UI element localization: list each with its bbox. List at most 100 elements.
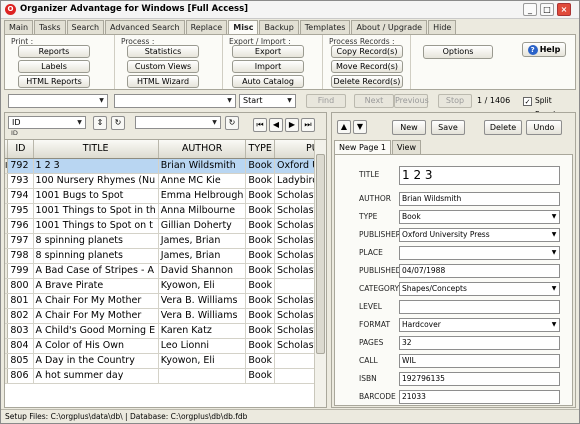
table-row[interactable]: 800 A Brave Pirate Kyowon, Eli Book (5, 278, 326, 294)
cell-author[interactable]: James, Brian (158, 233, 247, 249)
cell-id[interactable]: 796 (7, 218, 34, 234)
cell-type[interactable]: Book (245, 278, 276, 294)
cell-id[interactable]: 801 (7, 293, 34, 309)
tab-hide[interactable]: Hide (428, 20, 457, 34)
cell-author[interactable]: Karen Katz (158, 323, 247, 339)
cell-id[interactable]: 803 (7, 323, 34, 339)
cell-author[interactable]: Gillian Doherty (158, 218, 247, 234)
tab-tasks[interactable]: Tasks (34, 20, 66, 34)
cell-title[interactable]: 1001 Bugs to Spot (33, 188, 159, 204)
export-button[interactable]: Export (232, 45, 304, 58)
tab-misc[interactable]: Misc (228, 20, 259, 34)
tab-search[interactable]: Search (66, 20, 105, 34)
publisher-select[interactable]: Oxford University Press ▼ (399, 228, 560, 242)
cell-title[interactable]: A Chair For My Mother (33, 308, 159, 324)
cell-type[interactable]: Book (245, 203, 276, 219)
cell-id[interactable]: 793 (7, 173, 34, 189)
place-select[interactable]: ▼ (399, 246, 560, 260)
cell-type[interactable]: Book (245, 218, 276, 234)
cell-title[interactable]: A Color of His Own (33, 338, 159, 354)
cell-type[interactable]: Book (245, 293, 276, 309)
cell-id[interactable]: 799 (7, 263, 34, 279)
table-row[interactable]: 801 A Chair For My Mother Vera B. Williams… (5, 293, 326, 309)
column-header-id[interactable]: ID (7, 140, 34, 159)
cell-title[interactable]: A hot summer day (33, 368, 159, 384)
cell-type[interactable]: Book (245, 353, 276, 369)
table-row[interactable]: 799 A Bad Case of Stripes - A David Shanno… (5, 263, 326, 279)
search-text-input[interactable]: ▼ (114, 94, 236, 108)
stop-button[interactable]: Stop (438, 94, 472, 108)
cell-title[interactable]: A Chair For My Mother (33, 293, 159, 309)
tab-replace[interactable]: Replace (185, 20, 228, 34)
level-field[interactable] (399, 300, 560, 314)
tab-view[interactable]: View (392, 140, 421, 154)
previous-button[interactable]: Previous (394, 94, 429, 108)
help-button[interactable]: ? Help (522, 42, 566, 57)
column-header-type[interactable]: TYPE (245, 140, 276, 159)
auto-catalog-button[interactable]: Auto Catalog (232, 75, 304, 88)
first-record-icon[interactable]: ⏮ (253, 118, 267, 132)
tab-new-page-1[interactable]: New Page 1 (334, 140, 391, 154)
cell-title[interactable]: 100 Nursery Rhymes (Nu (33, 173, 159, 189)
author-field[interactable]: Brian Wildsmith (399, 192, 560, 206)
cell-title[interactable]: 1001 Things to Spot in th (33, 203, 159, 219)
grid-scrollbar[interactable] (314, 140, 326, 407)
copy-records-button[interactable]: Copy Record(s) (331, 45, 403, 58)
cell-id[interactable]: 792 (7, 158, 34, 174)
html-reports-button[interactable]: HTML Reports (18, 75, 90, 88)
pages-field[interactable]: 32 (399, 336, 560, 350)
cell-type[interactable]: Book (245, 338, 276, 354)
cell-title[interactable]: 1001 Things to Spot on t (33, 218, 159, 234)
barcode-field[interactable]: 21033 (399, 390, 560, 404)
cell-id[interactable]: 797 (7, 233, 34, 249)
save-record-button[interactable]: Save (431, 120, 465, 135)
cell-title[interactable]: A Child's Good Morning E (33, 323, 159, 339)
refresh-view-icon[interactable]: ↻ (225, 116, 239, 130)
cell-author[interactable]: Vera B. Williams (158, 308, 247, 324)
table-row[interactable]: 803 A Child's Good Morning E Karen Katz Boo… (5, 323, 326, 339)
tab-about-upgrade[interactable]: About / Upgrade (351, 20, 428, 34)
cell-type[interactable]: Book (245, 308, 276, 324)
scrollbar-thumb[interactable] (316, 154, 325, 354)
cell-type[interactable]: Book (245, 188, 276, 204)
close-icon[interactable]: × (557, 3, 571, 16)
labels-button[interactable]: Labels (18, 60, 90, 73)
tab-main[interactable]: Main (4, 20, 34, 34)
sort-field-select[interactable]: ID ▼ (8, 116, 86, 129)
cell-type[interactable]: Book (245, 173, 276, 189)
import-button[interactable]: Import (232, 60, 304, 73)
cell-id[interactable]: 802 (7, 308, 34, 324)
isbn-field[interactable]: 192796135 (399, 372, 560, 386)
cell-title[interactable]: A Day in the Country (33, 353, 159, 369)
custom-views-button[interactable]: Custom Views (127, 60, 199, 73)
sort-order-icon[interactable]: ⇕ (93, 116, 107, 130)
table-row[interactable]: 798 8 spinning planets James, Brian Book Sch… (5, 248, 326, 264)
next-record-icon[interactable]: ▶ (285, 118, 299, 132)
title-field[interactable]: 1 2 3 (399, 166, 560, 185)
html-wizard-button[interactable]: HTML Wizard (127, 75, 199, 88)
cell-type[interactable]: Book (245, 248, 276, 264)
split-panels-checkbox[interactable]: ✓ (523, 97, 532, 106)
cell-title[interactable]: A Brave Pirate (33, 278, 159, 294)
move-up-icon[interactable]: ▲ (337, 120, 351, 134)
tab-backup[interactable]: Backup (259, 20, 299, 34)
maximize-icon[interactable]: □ (540, 3, 554, 16)
new-record-button[interactable]: New (392, 120, 426, 135)
call-field[interactable]: WIL (399, 354, 560, 368)
move-down-icon[interactable]: ▼ (353, 120, 367, 134)
cell-type[interactable]: Book (245, 368, 276, 384)
table-row[interactable]: 793 100 Nursery Rhymes (Nu Anne MC Kie Book… (5, 173, 326, 189)
table-row[interactable]: 796 1001 Things to Spot on t Gillian Doher… (5, 218, 326, 234)
cell-author[interactable]: Brian Wildsmith (158, 158, 247, 174)
undo-button[interactable]: Undo (526, 120, 562, 135)
cell-author[interactable]: Kyowon, Eli (158, 353, 247, 369)
view-filter-select[interactable]: ▼ (135, 116, 221, 129)
type-select[interactable]: Book ▼ (399, 210, 560, 224)
next-button[interactable]: Next (354, 94, 394, 108)
cell-author[interactable] (158, 368, 247, 384)
delete-record-button[interactable]: Delete (484, 120, 522, 135)
column-header-title[interactable]: TITLE (33, 140, 159, 159)
cell-author[interactable]: James, Brian (158, 248, 247, 264)
cell-author[interactable]: Anne MC Kie (158, 173, 247, 189)
cell-author[interactable]: Vera B. Williams (158, 293, 247, 309)
